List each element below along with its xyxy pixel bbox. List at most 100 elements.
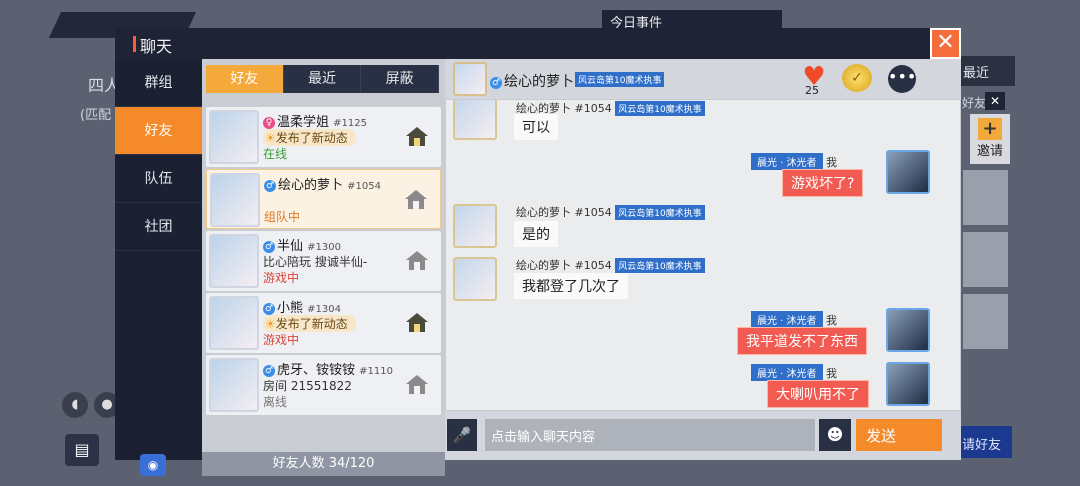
avatar[interactable] — [453, 62, 487, 96]
friend-id: #1304 — [307, 304, 341, 315]
friend-name-row: ♂ 虎牙、铵铵铵 #1110 — [263, 359, 393, 378]
home-icon[interactable] — [405, 249, 429, 271]
friend-id: #1125 — [333, 118, 367, 129]
friend-status: 游戏中 — [263, 333, 300, 347]
plus-icon: + — [978, 118, 1002, 140]
bg-invite-friend: 请好友 — [952, 426, 1012, 458]
friend-item[interactable]: ♂ 小熊 #1304 ☀发布了新动态 游戏中 — [206, 293, 441, 353]
friend-name: 虎牙、铵铵铵 — [277, 363, 356, 378]
friend-panel: 好友 最近 屏蔽 ♀ 温柔学姐 #1125 ☀发布了新动态 在线 ♂ 绘心的萝卜 #… — [202, 59, 445, 476]
tab-recent[interactable]: 最近 — [283, 65, 362, 93]
message-list[interactable]: 绘心的萝卜 #1054 风云岛第10魔术执事 可以 晨光 · 沐光者 我 游戏坏… — [445, 99, 961, 411]
chat-settings-icon[interactable]: ◉ — [140, 454, 166, 476]
avatar[interactable] — [886, 308, 930, 352]
title-badge: 风云岛第10魔术执事 — [575, 72, 665, 87]
message-sender: 晨光 · 沐光者 我 — [751, 311, 837, 328]
chat-panel: ♂ 绘心的萝卜 风云岛第10魔术执事 ♥ 25 ✓ ••• 绘心的萝卜 #1054… — [445, 59, 961, 460]
bg-chat-icon: ▤ — [65, 434, 99, 466]
friend-id: #1300 — [307, 242, 341, 253]
avatar[interactable] — [453, 204, 497, 248]
friend-sub: 发布了新动态 — [275, 131, 348, 145]
category-sidebar: 群组 好友 队伍 社团 ◉ — [115, 59, 202, 476]
friend-name: 小熊 — [277, 301, 304, 316]
sun-icon: ☀ — [265, 131, 276, 145]
sidebar-item-groups[interactable]: 群组 — [115, 59, 202, 107]
title-badge: 晨光 · 沐光者 — [751, 153, 823, 170]
male-icon: ♂ — [264, 180, 276, 192]
home-icon[interactable] — [405, 125, 429, 147]
bg-speaker-icon: ◖ — [62, 392, 88, 418]
friend-item[interactable]: ♀ 温柔学姐 #1125 ☀发布了新动态 在线 — [206, 107, 441, 167]
bg-slot — [963, 294, 1008, 349]
friend-id: #1054 — [347, 181, 381, 192]
bg-slot — [963, 170, 1008, 225]
sender-name: 绘心的萝卜 #1054 — [516, 206, 612, 219]
sidebar-item-club[interactable]: 社团 — [115, 203, 202, 251]
female-icon: ♀ — [263, 117, 275, 129]
sidebar-item-team[interactable]: 队伍 — [115, 155, 202, 203]
chat-partner-label: 绘心的萝卜 — [504, 74, 574, 90]
gift-coin-icon[interactable]: ✓ — [842, 64, 872, 92]
message-bubble: 我都登了几次了 — [514, 273, 628, 299]
mic-icon[interactable]: 🎤 — [447, 419, 477, 451]
more-button[interactable]: ••• — [888, 65, 916, 93]
avatar[interactable] — [886, 362, 930, 406]
male-icon: ♂ — [263, 241, 275, 253]
sender-name: 我 — [826, 156, 838, 169]
friend-item-selected[interactable]: ♂ 绘心的萝卜 #1054 组队中 — [206, 169, 441, 229]
title-badge: 风云岛第10魔术执事 — [615, 101, 705, 116]
sender-name: 我 — [826, 314, 838, 327]
home-icon[interactable] — [404, 188, 428, 210]
title-accent — [133, 36, 136, 52]
avatar — [209, 110, 259, 164]
send-button[interactable]: 发送 — [856, 419, 942, 451]
avatar[interactable] — [453, 257, 497, 301]
home-icon[interactable] — [405, 311, 429, 333]
bg-invite-label: 邀请 — [976, 144, 1003, 159]
avatar — [209, 234, 259, 288]
bg-invite-button: + 邀请 — [970, 114, 1010, 164]
title-badge: 晨光 · 沐光者 — [751, 364, 823, 381]
message-sender: 绘心的萝卜 #1054 风云岛第10魔术执事 — [516, 257, 705, 273]
title-badge: 风云岛第10魔术执事 — [615, 258, 705, 273]
emoji-icon[interactable]: ☻ — [819, 419, 851, 451]
friend-name-row: ♂ 半仙 #1300 — [263, 235, 341, 254]
avatar — [209, 358, 259, 412]
chat-input[interactable]: 点击输入聊天内容 — [485, 419, 815, 451]
avatar — [210, 173, 260, 227]
sender-name: 我 — [826, 367, 838, 380]
friend-sub: 发布了新动态 — [275, 317, 348, 331]
friend-name: 温柔学姐 — [277, 115, 330, 130]
male-icon: ♂ — [490, 77, 502, 89]
friend-signature: 房间 21551822 — [263, 379, 352, 393]
chat-dialog: 聊天 ✕ 群组 好友 队伍 社团 ◉ 好友 最近 屏蔽 ♀ 温柔学姐 #1125 … — [115, 28, 961, 476]
friend-item[interactable]: ♂ 半仙 #1300 比心陪玩 搜诚半仙- 游戏中 — [206, 231, 441, 291]
input-bar: 🎤 点击输入聊天内容 ☻ 发送 — [445, 411, 961, 460]
home-icon[interactable] — [405, 373, 429, 395]
friend-status: 在线 — [263, 147, 288, 161]
friend-status: 离线 — [263, 395, 288, 409]
message-sender: 晨光 · 沐光者 我 — [751, 364, 837, 381]
tab-blocked[interactable]: 屏蔽 — [361, 65, 440, 93]
message-bubble: 是的 — [514, 221, 558, 247]
message-bubble: 我平道发不了东西 — [737, 327, 867, 355]
friend-status: 组队中 — [264, 210, 301, 224]
close-button[interactable]: ✕ — [930, 28, 961, 59]
message-sender: 晨光 · 沐光者 我 — [751, 153, 837, 170]
friend-count: 好友人数 34/120 — [202, 452, 445, 476]
friend-tabs: 好友 最近 屏蔽 — [206, 65, 440, 93]
message-sender: 绘心的萝卜 #1054 风云岛第10魔术执事 — [516, 204, 705, 220]
avatar[interactable] — [886, 150, 930, 194]
friend-name-row: ♂ 绘心的萝卜 #1054 — [264, 174, 381, 193]
male-icon: ♂ — [263, 365, 275, 377]
avatar[interactable] — [453, 100, 497, 140]
friend-id: #1110 — [359, 366, 393, 377]
bg-friend-label: 好友 — [962, 96, 987, 110]
friend-news: ☀发布了新动态 — [263, 315, 356, 332]
tab-friends[interactable]: 好友 — [206, 65, 284, 93]
friend-name: 绘心的萝卜 — [278, 178, 344, 193]
sender-name: 绘心的萝卜 #1054 — [516, 259, 612, 272]
friend-item[interactable]: ♂ 虎牙、铵铵铵 #1110 房间 21551822 离线 — [206, 355, 441, 415]
intimacy-count: 25 — [805, 84, 819, 97]
sidebar-item-friends[interactable]: 好友 — [115, 107, 202, 155]
